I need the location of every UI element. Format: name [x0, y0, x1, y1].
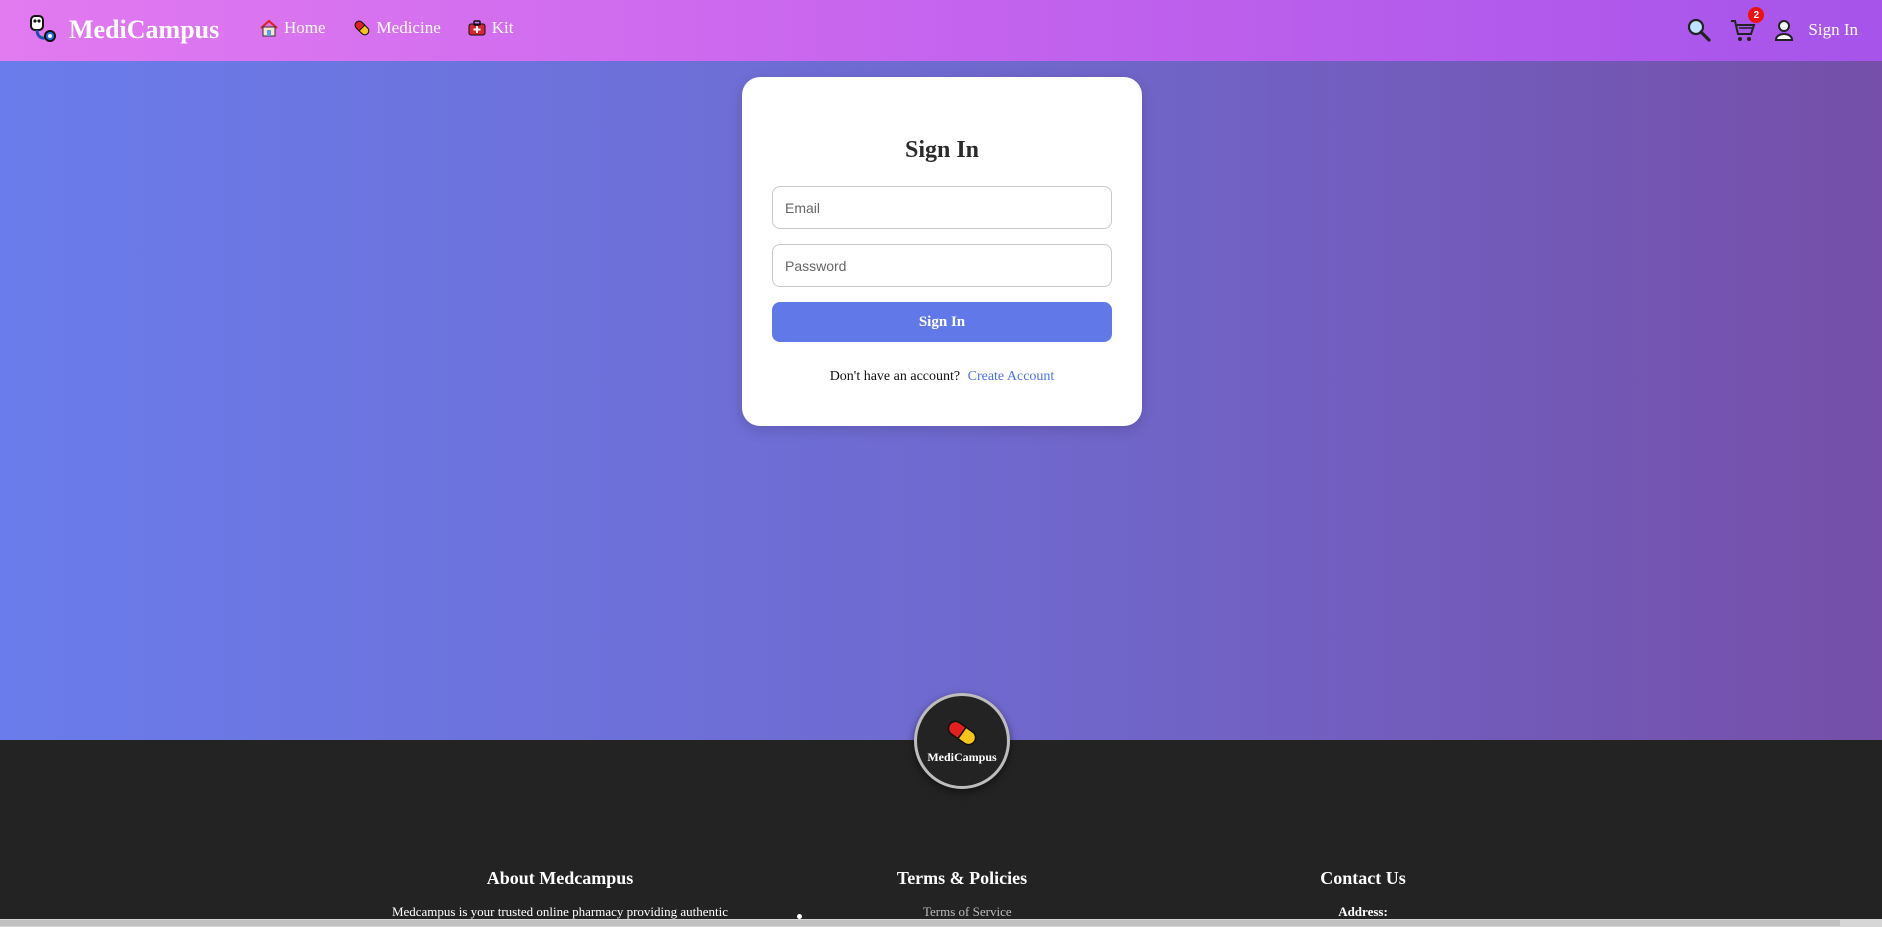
nav-home[interactable]: Home	[259, 18, 326, 38]
main-content: Sign In Sign In Don't have an account? C…	[0, 61, 1882, 740]
password-field[interactable]	[772, 244, 1112, 287]
nav-kit-label: Kit	[491, 18, 514, 37]
address-label: Address:	[1338, 904, 1388, 919]
create-account-prompt: Don't have an account? Create Account	[742, 369, 1142, 385]
user-icon	[1775, 20, 1794, 41]
search-button[interactable]	[1686, 17, 1712, 43]
about-title: About Medcampus	[486, 868, 634, 888]
account-button[interactable]	[1774, 17, 1794, 43]
pill-icon	[354, 20, 369, 36]
nav-medicine-label: Medicine	[376, 18, 441, 37]
terms-title: Terms & Policies	[896, 868, 1028, 888]
email-field[interactable]	[772, 186, 1112, 229]
stethoscope-logo-icon	[30, 15, 56, 42]
about-text: Medcampus is your trusted online pharmac…	[391, 904, 729, 919]
nav-home-label: Home	[284, 18, 326, 37]
pill-icon	[947, 720, 977, 745]
footer-logo[interactable]: MediCampus	[914, 693, 1010, 789]
nav-kit[interactable]: Kit	[467, 18, 514, 38]
create-account-link[interactable]: Create Account	[968, 369, 1055, 384]
top-navbar: MediCampus Home Medicine Kit 2 Sign In	[0, 0, 1882, 61]
cart-count-badge: 2	[1748, 7, 1765, 23]
brand[interactable]: MediCampus	[28, 14, 219, 46]
contact-title: Contact Us	[1320, 868, 1406, 888]
house-icon	[260, 19, 278, 37]
no-account-text: Don't have an account?	[829, 369, 961, 384]
signin-title: Sign In	[904, 137, 980, 163]
nav-actions: 2 Sign In	[1686, 7, 1858, 43]
terms-of-service-link[interactable]: Terms of Service	[923, 904, 1012, 920]
nav-links: Home Medicine Kit	[259, 18, 513, 38]
signin-button[interactable]: Sign In	[772, 302, 1112, 342]
nav-medicine[interactable]: Medicine	[352, 18, 441, 38]
cart-button[interactable]: 2	[1730, 7, 1765, 43]
horizontal-scrollbar[interactable]	[0, 919, 1882, 927]
nav-signin-link[interactable]: Sign In	[1808, 20, 1858, 40]
medical-kit-icon	[468, 20, 486, 36]
footer-logo-text: MediCampus	[927, 749, 997, 764]
brand-name: MediCampus	[69, 15, 220, 44]
signin-card: Sign In Sign In Don't have an account? C…	[742, 77, 1142, 426]
scrollbar-thumb[interactable]	[0, 920, 1840, 926]
search-icon	[1688, 18, 1712, 42]
